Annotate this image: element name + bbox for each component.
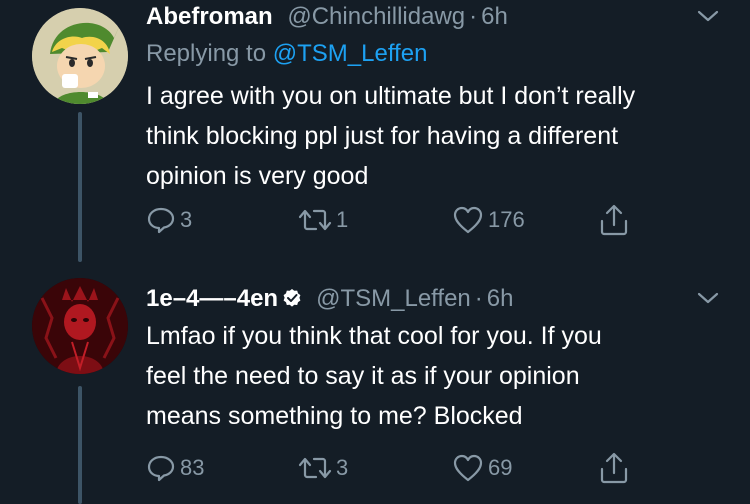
comment-icon bbox=[147, 207, 175, 234]
tweet-actions: 3 1 176 bbox=[146, 200, 666, 240]
separator-dot: · bbox=[474, 285, 483, 312]
retweet-button[interactable]: 3 bbox=[298, 448, 348, 488]
retweet-icon bbox=[298, 457, 332, 479]
heart-icon bbox=[453, 454, 483, 482]
avatar[interactable] bbox=[32, 8, 128, 104]
heart-icon bbox=[453, 206, 483, 234]
tweet-text-line: feel the need to say it as if your opini… bbox=[146, 362, 580, 390]
like-count: 69 bbox=[488, 455, 513, 480]
share-button[interactable] bbox=[598, 448, 630, 488]
tweet-text-line: think blocking ppl just for having a dif… bbox=[146, 122, 619, 150]
separator-dot: · bbox=[469, 3, 478, 30]
reply-count: 83 bbox=[180, 455, 205, 480]
tweet-text-line: Lmfao if you think that cool for you. If… bbox=[146, 322, 602, 350]
tweet-header: Abefroman @Chinchillidawg · 6h bbox=[146, 0, 720, 34]
tweet-header: 1e–4—–4en @TSM_Leffen · 6h bbox=[146, 282, 720, 316]
retweet-count: 3 bbox=[336, 455, 349, 480]
tweet-text: Lmfao if you think that cool for you. If… bbox=[146, 316, 736, 436]
retweet-button[interactable]: 1 bbox=[298, 200, 348, 240]
thread-line bbox=[78, 386, 82, 504]
user-handle[interactable]: @Chinchillidawg bbox=[287, 3, 465, 30]
reply-button[interactable]: 3 bbox=[146, 200, 192, 240]
tweet-text-line: means something to me? Blocked bbox=[146, 402, 523, 430]
share-icon bbox=[600, 204, 628, 236]
retweet-icon bbox=[298, 209, 332, 231]
retweet-count: 1 bbox=[336, 207, 349, 232]
tweet-actions: 83 3 69 bbox=[146, 448, 666, 488]
chevron-down-icon[interactable] bbox=[696, 282, 720, 316]
avatar[interactable] bbox=[32, 278, 128, 374]
display-name[interactable]: Abefroman bbox=[146, 3, 273, 30]
share-icon bbox=[600, 452, 628, 484]
replying-to: Replying to @TSM_Leffen bbox=[146, 34, 720, 74]
tweet[interactable]: Abefroman @Chinchillidawg · 6h Replying to… bbox=[0, 0, 750, 268]
verified-badge-icon bbox=[283, 289, 301, 307]
tweet-text-line: opinion is very good bbox=[146, 162, 369, 190]
tweet-content: 1e–4—–4en @TSM_Leffen · 6h Lmfao if you th… bbox=[146, 282, 720, 484]
reply-count: 3 bbox=[180, 207, 193, 232]
tweet-text-line: I agree with you on ultimate but I don’t… bbox=[146, 82, 636, 110]
like-button[interactable]: 176 bbox=[452, 200, 525, 240]
timestamp[interactable]: 6h bbox=[481, 3, 508, 30]
reply-button[interactable]: 83 bbox=[146, 448, 204, 488]
chevron-down-icon[interactable] bbox=[696, 0, 720, 34]
tweet[interactable]: 1e–4—–4en @TSM_Leffen · 6h Lmfao if you th… bbox=[0, 268, 750, 504]
mention-link[interactable]: @TSM_Leffen bbox=[273, 40, 428, 67]
display-name[interactable]: 1e–4—–4en bbox=[146, 285, 278, 312]
timestamp[interactable]: 6h bbox=[487, 285, 514, 312]
like-button[interactable]: 69 bbox=[452, 448, 512, 488]
like-count: 176 bbox=[488, 207, 525, 232]
share-button[interactable] bbox=[598, 200, 630, 240]
user-handle[interactable]: @TSM_Leffen bbox=[316, 285, 471, 312]
comment-icon bbox=[147, 455, 175, 482]
replying-label: Replying to bbox=[146, 40, 267, 67]
tweet-content: Abefroman @Chinchillidawg · 6h Replying to… bbox=[146, 0, 720, 236]
thread-line bbox=[78, 112, 82, 262]
tweet-text: I agree with you on ultimate but I don’t… bbox=[146, 76, 736, 196]
